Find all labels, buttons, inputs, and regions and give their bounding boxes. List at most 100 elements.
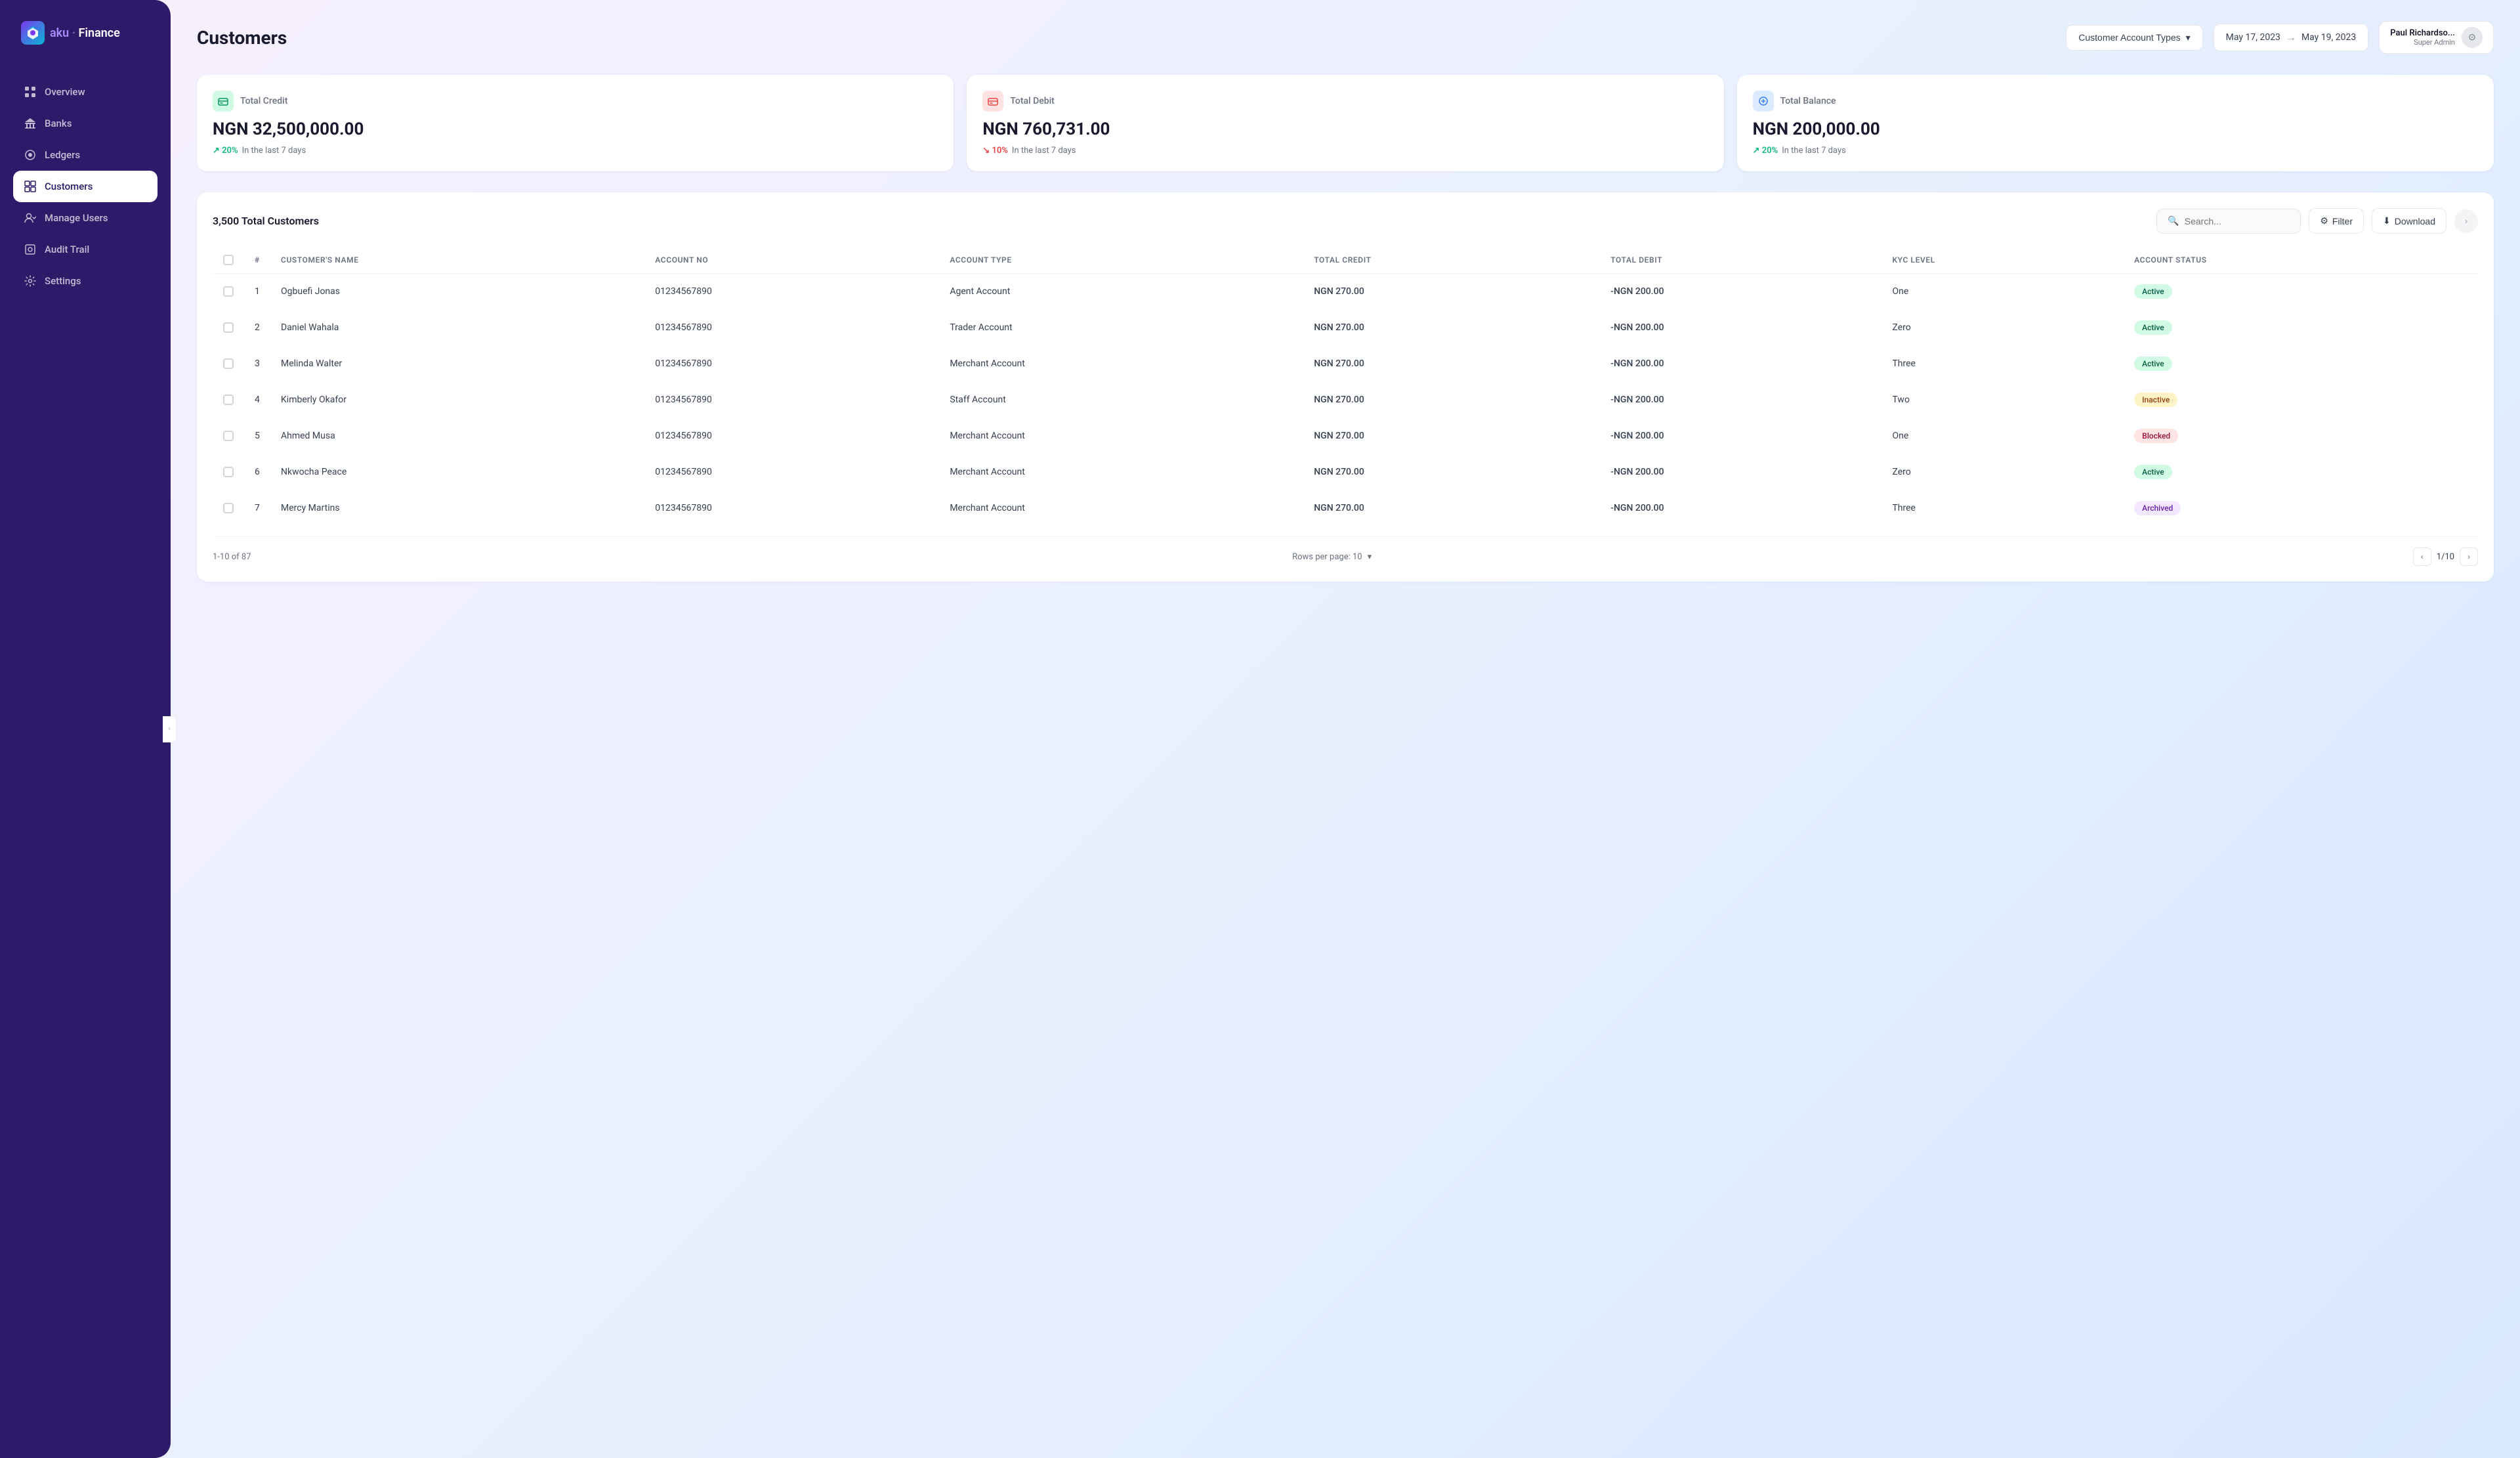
col-total-credit: TOTAL CREDIT <box>1303 247 1600 274</box>
sidebar-item-ledgers[interactable]: Ledgers <box>13 139 158 171</box>
table-row[interactable]: 6 Nkwocha Peace 01234567890 Merchant Acc… <box>213 454 2478 490</box>
page-display: 1/10 <box>2437 552 2454 562</box>
row-select-1[interactable] <box>223 322 234 333</box>
row-debit-1: -NGN 200.00 <box>1600 310 1881 346</box>
date-to: May 19, 2023 <box>2301 32 2356 43</box>
table-row[interactable]: 1 Ogbuefi Jonas 01234567890 Agent Accoun… <box>213 274 2478 310</box>
pagination: 1-10 of 87 Rows per page: 10 ▾ ‹ 1/10 › <box>213 536 2478 566</box>
row-kyc-0: One <box>1881 274 2124 310</box>
select-all-header <box>213 247 244 274</box>
page-nav: ‹ 1/10 › <box>2413 547 2478 566</box>
row-name-1: Daniel Wahala <box>270 310 644 346</box>
table-row[interactable]: 7 Mercy Martins 01234567890 Merchant Acc… <box>213 490 2478 526</box>
row-debit-4: -NGN 200.00 <box>1600 418 1881 454</box>
row-status-5: Active <box>2124 454 2478 490</box>
col-account-no: ACCOUNT NO <box>644 247 939 274</box>
row-account-type-5: Merchant Account <box>939 454 1303 490</box>
row-select-3[interactable] <box>223 395 234 405</box>
row-select-4[interactable] <box>223 431 234 441</box>
row-debit-0: -NGN 200.00 <box>1600 274 1881 310</box>
table-row[interactable]: 2 Daniel Wahala 01234567890 Trader Accou… <box>213 310 2478 346</box>
sidebar-item-customers[interactable]: Customers <box>13 171 158 202</box>
row-account-type-6: Merchant Account <box>939 490 1303 526</box>
card-trend-total-credit: ↗ 20% <box>213 146 238 156</box>
row-credit-6: NGN 270.00 <box>1303 490 1600 526</box>
filter-icon: ⚙ <box>2320 215 2328 226</box>
account-types-label: Customer Account Types <box>2078 32 2180 43</box>
row-account-no-1: 01234567890 <box>644 310 939 346</box>
sidebar-collapse-button[interactable]: ‹ <box>163 716 176 742</box>
filter-label: Filter <box>2332 216 2353 226</box>
row-select-2[interactable] <box>223 358 234 369</box>
row-select-0[interactable] <box>223 286 234 297</box>
prev-page-button[interactable]: ‹ <box>2413 547 2431 566</box>
search-input[interactable] <box>2185 216 2290 226</box>
row-checkbox-5 <box>213 454 244 490</box>
table-row[interactable]: 4 Kimberly Okafor 01234567890 Staff Acco… <box>213 382 2478 418</box>
card-trend-total-balance: ↗ 20% <box>1753 146 1778 156</box>
card-trend-label-total-balance: In the last 7 days <box>1782 146 1846 156</box>
row-name-4: Ahmed Musa <box>270 418 644 454</box>
sidebar-item-overview[interactable]: Overview <box>13 76 158 108</box>
date-arrow-icon: → <box>2286 31 2296 44</box>
select-all-checkbox[interactable] <box>223 255 234 265</box>
sidebar-item-manage-users[interactable]: Manage Users <box>13 202 158 234</box>
sidebar-item-label-audit-trail: Audit Trail <box>45 244 89 255</box>
row-name-3: Kimberly Okafor <box>270 382 644 418</box>
status-badge-1: Active <box>2134 320 2172 335</box>
row-credit-1: NGN 270.00 <box>1303 310 1600 346</box>
row-checkbox-2 <box>213 346 244 382</box>
filter-button[interactable]: ⚙ Filter <box>2309 208 2364 234</box>
row-select-5[interactable] <box>223 467 234 477</box>
card-amount-total-credit: NGN 32,500,000.00 <box>213 119 938 139</box>
sidebar-item-label-manage-users: Manage Users <box>45 212 108 224</box>
row-select-6[interactable] <box>223 503 234 513</box>
row-account-no-0: 01234567890 <box>644 274 939 310</box>
row-credit-2: NGN 270.00 <box>1303 346 1600 382</box>
card-total-balance: Total Balance NGN 200,000.00 ↗ 20% In th… <box>1737 75 2494 171</box>
status-badge-2: Active <box>2134 356 2172 371</box>
row-credit-4: NGN 270.00 <box>1303 418 1600 454</box>
user-info: Paul Richardso... Super Admin <box>2390 28 2455 47</box>
row-kyc-5: Zero <box>1881 454 2124 490</box>
row-account-no-4: 01234567890 <box>644 418 939 454</box>
row-kyc-6: Three <box>1881 490 2124 526</box>
sidebar-item-settings[interactable]: Settings <box>13 265 158 297</box>
card-trend-label-total-debit: In the last 7 days <box>1012 146 1076 156</box>
sidebar-item-banks[interactable]: Banks <box>13 108 158 139</box>
account-types-dropdown[interactable]: Customer Account Types ▾ <box>2066 25 2202 51</box>
row-debit-3: -NGN 200.00 <box>1600 382 1881 418</box>
logo: aku · Finance <box>13 21 158 45</box>
card-icon-total-credit <box>213 91 234 112</box>
row-account-no-3: 01234567890 <box>644 382 939 418</box>
table-nav-right-button[interactable]: › <box>2454 209 2478 233</box>
rows-per-page-label: Rows per page: 10 <box>1292 552 1362 562</box>
row-debit-6: -NGN 200.00 <box>1600 490 1881 526</box>
sidebar: aku · Finance Overview Banks Ledgers Cus… <box>0 0 171 1458</box>
row-name-0: Ogbuefi Jonas <box>270 274 644 310</box>
table-body: 1 Ogbuefi Jonas 01234567890 Agent Accoun… <box>213 274 2478 526</box>
row-kyc-4: One <box>1881 418 2124 454</box>
row-num-6: 7 <box>244 490 270 526</box>
row-num-3: 4 <box>244 382 270 418</box>
table-row[interactable]: 5 Ahmed Musa 01234567890 Merchant Accoun… <box>213 418 2478 454</box>
next-page-button[interactable]: › <box>2460 547 2478 566</box>
row-name-2: Melinda Walter <box>270 346 644 382</box>
chevron-down-icon: ▾ <box>2186 32 2191 43</box>
col-account-status: ACCOUNT STATUS <box>2124 247 2478 274</box>
sidebar-item-audit-trail[interactable]: Audit Trail <box>13 234 158 265</box>
date-range: May 17, 2023 → May 19, 2023 <box>2214 24 2369 51</box>
user-profile[interactable]: Paul Richardso... Super Admin ⊙ <box>2379 21 2494 54</box>
download-button[interactable]: ⬇ Download <box>2372 208 2446 234</box>
row-status-1: Active <box>2124 310 2478 346</box>
user-avatar: ⊙ <box>2462 27 2483 48</box>
row-checkbox-6 <box>213 490 244 526</box>
card-amount-total-balance: NGN 200,000.00 <box>1753 119 2478 139</box>
table-row[interactable]: 3 Melinda Walter 01234567890 Merchant Ac… <box>213 346 2478 382</box>
search-box: 🔍 <box>2156 209 2301 234</box>
page-title: Customers <box>197 27 287 49</box>
card-total-credit: Total Credit NGN 32,500,000.00 ↗ 20% In … <box>197 75 954 171</box>
card-total-debit: Total Debit NGN 760,731.00 ↘ 10% In the … <box>967 75 1723 171</box>
row-num-1: 2 <box>244 310 270 346</box>
col-customer-name: CUSTOMER'S NAME <box>270 247 644 274</box>
